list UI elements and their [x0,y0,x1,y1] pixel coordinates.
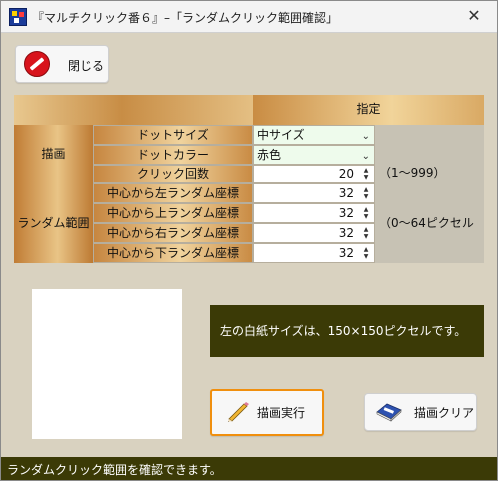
dot-size-value: 中サイズ [257,128,305,142]
window-title: 『マルチクリック番６』–「ランダムクリック範囲確認」 [32,11,339,25]
spin-down-icon[interactable]: ▼ [360,193,372,200]
group-range-label: ランダム範囲 [14,183,93,263]
range-note: （0～64ピクセル [375,183,484,263]
status-text: ランダムクリック範囲を確認できます。 [7,463,222,477]
dot-color-select[interactable]: 赤色 ⌄ [253,145,375,165]
draw-button-label: 描画実行 [257,406,306,420]
row-label-click-count: クリック回数 [93,165,253,183]
spin-up-icon[interactable]: ▲ [360,186,372,193]
app-icon [9,8,27,26]
dot-size-select[interactable]: 中サイズ ⌄ [253,125,375,145]
close-button[interactable]: 閉じる [15,45,109,83]
eraser-icon [376,403,402,422]
left-range-input[interactable]: 32 ▲ ▼ [253,183,375,203]
row-label-left-range: 中心から左ランダム座標 [93,183,253,203]
title-bar: 『マルチクリック番６』–「ランダムクリック範囲確認」 ✕ [1,1,497,33]
row-label-dot-color: ドットカラー [93,145,253,165]
bottom-range-input[interactable]: 32 ▲ ▼ [253,243,375,263]
spec-header: 指定 [253,95,484,125]
close-button-label: 閉じる [68,59,105,73]
no-entry-icon [24,51,50,77]
spinner[interactable]: ▲ ▼ [360,167,372,181]
spin-down-icon[interactable]: ▼ [360,213,372,220]
top-range-value: 32 [338,206,354,220]
right-range-input[interactable]: 32 ▲ ▼ [253,223,375,243]
row-label-right-range: 中心から右ランダム座標 [93,223,253,243]
clear-button-label: 描画クリア [414,406,475,420]
spin-up-icon[interactable]: ▲ [360,246,372,253]
app-window: 『マルチクリック番６』–「ランダムクリック範囲確認」 ✕ 閉じる 指定 描画 ラ… [0,0,498,481]
bottom-range-value: 32 [338,246,354,260]
pencil-icon [228,402,249,422]
white-paper-canvas [32,289,182,439]
spin-down-icon[interactable]: ▼ [360,253,372,260]
spin-down-icon[interactable]: ▼ [360,174,372,181]
right-range-value: 32 [338,226,354,240]
top-range-input[interactable]: 32 ▲ ▼ [253,203,375,223]
spin-up-icon[interactable]: ▲ [360,167,372,174]
info-text: 左の白紙サイズは、150×150ピクセルです。 [220,324,467,338]
spin-up-icon[interactable]: ▲ [360,206,372,213]
click-count-note: （1～999） [375,165,484,183]
row-note-empty [375,125,484,145]
click-count-value: 20 [338,167,354,181]
spinner[interactable]: ▲ ▼ [360,226,372,240]
chevron-down-icon[interactable]: ⌄ [362,148,370,164]
chevron-down-icon[interactable]: ⌄ [362,128,370,144]
info-panel: 左の白紙サイズは、150×150ピクセルです。 [210,305,484,357]
click-count-input[interactable]: 20 ▲ ▼ [253,165,375,183]
dot-color-value: 赤色 [257,148,282,162]
row-label-top-range: 中心から上ランダム座標 [93,203,253,223]
left-range-value: 32 [338,186,354,200]
settings-table: 指定 描画 ランダム範囲 ドットサイズ 中サイズ ⌄ ドットカラー 赤色 ⌄ ク… [14,95,484,263]
row-label-dot-size: ドットサイズ [93,125,253,145]
spinner[interactable]: ▲ ▼ [360,246,372,260]
spinner[interactable]: ▲ ▼ [360,186,372,200]
spin-up-icon[interactable]: ▲ [360,226,372,233]
window-close-button[interactable]: ✕ [451,1,497,32]
status-bar: ランダムクリック範囲を確認できます。 [1,457,497,480]
spinner[interactable]: ▲ ▼ [360,206,372,220]
row-label-bottom-range: 中心から下ランダム座標 [93,243,253,263]
table-corner-header [14,95,253,125]
draw-button[interactable]: 描画実行 [210,389,324,436]
spin-down-icon[interactable]: ▼ [360,233,372,240]
clear-button[interactable]: 描画クリア [364,393,477,431]
group-draw-label: 描画 [14,125,93,183]
